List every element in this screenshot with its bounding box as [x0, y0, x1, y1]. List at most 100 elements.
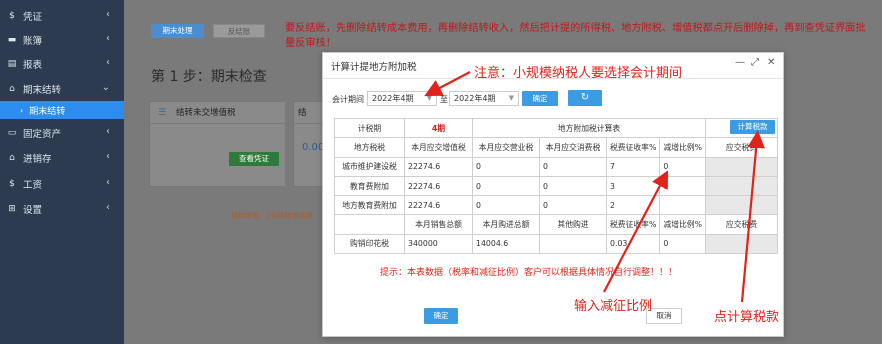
list-icon: ☰	[158, 108, 167, 118]
tax-due-cell	[705, 233, 779, 255]
chevron-left-icon: ‹	[106, 177, 110, 188]
maximize-icon[interactable]: ⤢	[751, 57, 759, 68]
other-purchase-input[interactable]	[539, 233, 607, 255]
dollar-icon: $	[9, 11, 15, 21]
to-label: 至	[440, 95, 448, 104]
sidebar-item-report[interactable]: ▤ 报表 ‹	[0, 53, 124, 75]
sidebar-item-label: 固定资产	[23, 129, 62, 140]
sidebar-subitem-period-end-carry[interactable]: › 期末结转	[0, 101, 124, 119]
consumption-tax-input[interactable]: 0	[539, 156, 607, 177]
reverse-instructions-banner: 要反结账，先删除结转成本费用，再删除结转收入，然后把计提的所得税、地方附税、增值…	[285, 23, 866, 49]
table-header-cell: 应交税费	[705, 137, 779, 158]
sidebar-item-label: 设置	[23, 205, 43, 216]
period-annotation: 注意：小规模纳税人要选择会计期间	[474, 66, 683, 81]
reduction-input[interactable]: 0	[659, 175, 707, 197]
reduction-input[interactable]: 0	[659, 233, 707, 255]
table-row: 计税期 4期 地方附加税计算表	[334, 117, 779, 139]
sidebar-item-label: 期末结转	[23, 85, 62, 96]
period-process-button[interactable]: 期末处理	[151, 24, 204, 38]
table-header-cell: 地方税税	[334, 137, 405, 158]
rate-input[interactable]: 2	[605, 195, 661, 216]
table-header-cell: 本月购进总额	[472, 214, 540, 235]
calculate-tax-button[interactable]: 计算税款	[730, 120, 775, 134]
report-icon: ▤	[7, 59, 17, 69]
card-title: 结转未交增值税	[176, 108, 236, 118]
table-header-cell: 其他购进	[539, 214, 607, 235]
table-row: 地方税税 本月应交增值税 本月应交营业税 本月应交消费税 税费征收率% 减增比例…	[334, 137, 779, 158]
sidebar-item-label: 进销存	[23, 154, 52, 165]
monitor-icon: ▭	[7, 128, 17, 138]
sales-total-input[interactable]: 340000	[404, 233, 473, 255]
carry-steps-note: 结转步骤：1先结转增值税	[231, 212, 313, 220]
table-cell	[334, 214, 405, 235]
query-confirm-button[interactable]: 确定	[522, 91, 558, 106]
table-row: 地方教育费附加 22274.6 0 0 2	[334, 195, 779, 216]
business-tax-input[interactable]: 0	[472, 156, 540, 177]
sidebar-item-label: 凭证	[23, 12, 43, 23]
adjust-tip-annotation: 提示：本表数据（税率和减征比例）客户可以根据具体情况自行调整！！！	[380, 268, 678, 278]
vat-input[interactable]: 22274.6	[404, 156, 473, 177]
minimize-icon[interactable]: —	[735, 57, 745, 68]
ok-button[interactable]: 确定	[424, 308, 458, 324]
vat-input[interactable]: 22274.6	[404, 175, 473, 197]
table-cell: 教育费附加	[334, 175, 405, 197]
chevron-left-icon: ‹	[106, 151, 110, 162]
consumption-tax-input[interactable]: 0	[539, 195, 607, 216]
step-title: 第 1 步：期末检查	[151, 69, 267, 85]
table-header-cell: 应交税费	[705, 214, 779, 235]
card-title: 结	[298, 108, 307, 118]
sidebar-subitem-label: 期末结转	[29, 106, 66, 117]
consumption-tax-input[interactable]: 0	[539, 175, 607, 197]
chevron-down-icon: ▼	[508, 94, 514, 102]
sidebar-item-period-end[interactable]: ⌂ 期末结转 ⌄	[0, 78, 124, 100]
sidebar: $ 凭证 ‹ ▬ 账簿 ‹ ▤ 报表 ‹ ⌂ 期末结转 ⌄ › 期末结转 ▭ 固…	[0, 0, 124, 344]
table-row: 本月销售总额 本月购进总额 其他购进 税费征收率% 减增比例% 应交税费	[334, 214, 779, 235]
sidebar-item-voucher[interactable]: $ 凭证 ‹	[0, 5, 124, 27]
table-cell: 购销印花税	[334, 233, 405, 255]
sidebar-item-fixed-assets[interactable]: ▭ 固定资产 ‹	[0, 122, 124, 144]
chevron-down-icon: ▼	[426, 94, 432, 102]
period-to-select[interactable]: 2022年4期 ▼	[449, 91, 519, 106]
reduction-annotation: 输入减征比例	[574, 299, 653, 314]
sidebar-item-inventory[interactable]: ⌂ 进销存 ‹	[0, 147, 124, 169]
chevron-left-icon: ‹	[106, 126, 110, 137]
vat-carry-card: ☰ 结转未交增值税 查看凭证	[149, 101, 286, 187]
table-header-cell: 本月应交营业税	[472, 137, 540, 158]
sidebar-item-label: 报表	[23, 60, 43, 71]
period-from-value: 2022年4期	[372, 94, 414, 103]
table-cell: 地方附加税计算表	[471, 117, 707, 139]
reverse-close-button[interactable]: 反结账	[213, 24, 265, 38]
home-icon: ⌂	[9, 84, 15, 94]
table-cell: 4期	[404, 117, 473, 139]
refresh-button[interactable]: ↻	[568, 90, 602, 106]
sidebar-item-label: 工资	[23, 180, 43, 191]
rate-input[interactable]: 7	[605, 156, 661, 177]
sidebar-item-salary[interactable]: $ 工资 ‹	[0, 173, 124, 195]
sidebar-item-settings[interactable]: ⊞ 设置 ‹	[0, 198, 124, 220]
chevron-left-icon: ‹	[106, 202, 110, 213]
rate-input[interactable]: 0.03	[605, 233, 661, 255]
business-tax-input[interactable]: 0	[472, 195, 540, 216]
home-icon: ⌂	[9, 153, 15, 163]
vat-input[interactable]: 22274.6	[404, 195, 473, 216]
sidebar-item-ledger[interactable]: ▬ 账簿 ‹	[0, 29, 124, 51]
table-header-cell: 本月销售总额	[404, 214, 473, 235]
table-header-cell: 减增比例%	[659, 214, 707, 235]
purchase-total-input[interactable]: 14004.6	[472, 233, 540, 255]
chevron-left-icon: ‹	[106, 33, 110, 44]
calc-annotation: 点计算税款	[714, 310, 780, 325]
sidebar-item-label: 账簿	[23, 36, 43, 47]
tax-due-cell	[705, 156, 779, 177]
reduction-input[interactable]	[659, 195, 707, 216]
tax-due-cell	[705, 195, 779, 216]
period-from-select[interactable]: 2022年4期 ▼	[367, 91, 437, 106]
tax-due-cell	[705, 175, 779, 197]
dialog-title: 计算计提地方附加税	[331, 62, 417, 73]
view-voucher-button[interactable]: 查看凭证	[229, 152, 279, 166]
reduction-input[interactable]: 0	[659, 156, 707, 177]
refresh-icon: ↻	[580, 92, 590, 103]
chevron-right-icon: ›	[20, 105, 24, 115]
business-tax-input[interactable]: 0	[472, 175, 540, 197]
close-icon[interactable]: ✕	[767, 57, 775, 68]
rate-input[interactable]: 3	[605, 175, 661, 197]
